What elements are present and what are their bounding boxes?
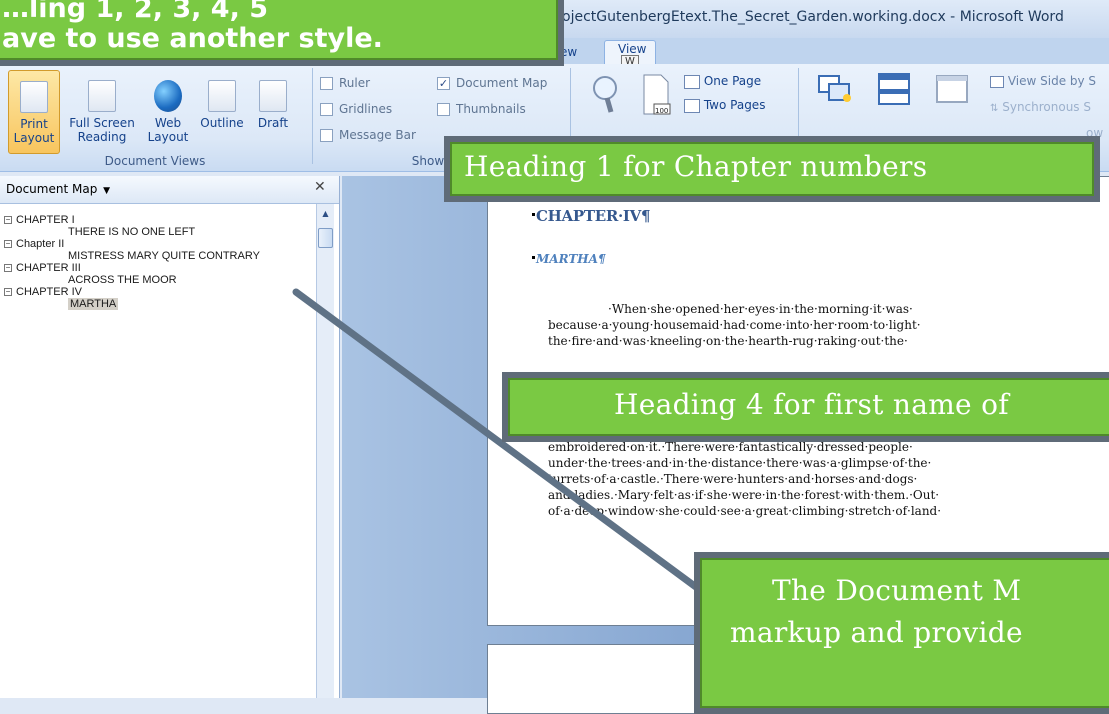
magnifier-icon [593, 76, 617, 113]
full-screen-reading-icon [88, 80, 116, 112]
heading-1-text[interactable]: CHAPTER·IV¶ [536, 207, 651, 225]
callout-top-line1: …ling 1, 2, 3, 4, 5 [2, 0, 269, 24]
text-line: under·the·trees·and·in·the·distance·ther… [548, 456, 932, 470]
text-line: because·a·young·housemaid·had·come·into·… [548, 318, 921, 332]
two-pages-icon [684, 98, 700, 113]
heading-4-text[interactable]: MARTHA¶ [536, 252, 606, 266]
collapse-icon[interactable]: − [4, 216, 12, 224]
collapse-icon[interactable]: − [4, 264, 12, 272]
sync-scroll-icon: ⇅ [990, 103, 999, 114]
body-paragraph-1[interactable]: ·When·she·opened·her·eyes·in·the·morning… [548, 301, 1068, 349]
map-item-martha[interactable]: MARTHA [0, 298, 318, 310]
checkbox-box [320, 128, 333, 142]
close-icon[interactable]: ✕ [314, 179, 326, 195]
text-line: turrets·of·a·castle.·There·were·hunters·… [548, 472, 918, 486]
one-page-button[interactable]: One Page [684, 74, 774, 92]
split-icon [936, 75, 968, 103]
body-paragraph-2[interactable]: embroidered·on·it.·There·were·fantastica… [548, 439, 1068, 519]
text-line: embroidered·on·it.·There·were·fantastica… [548, 440, 913, 454]
one-page-icon [684, 74, 700, 89]
document-map-checkbox[interactable]: ✓ Document Map [437, 76, 547, 90]
callout-heading-1: Heading 1 for Chapter numbers [450, 142, 1094, 196]
text-line: ·When·she·opened·her·eyes·in·the·morning… [608, 302, 913, 316]
scroll-up-icon[interactable]: ▲ [318, 206, 333, 222]
paragraph-mark-bullet [532, 213, 535, 216]
group-label-document-views: Document Views [104, 154, 206, 168]
document-map-scrollbar[interactable]: ▲ [316, 204, 334, 698]
document-map-header[interactable]: Document Map ▼ ✕ [0, 176, 339, 204]
split-button[interactable] [932, 72, 972, 116]
new-window-button[interactable] [812, 72, 858, 116]
zoom-100-label: 100 [655, 107, 669, 115]
map-item-chapter-3[interactable]: − CHAPTER III [0, 262, 318, 274]
paragraph-mark-bullet [532, 256, 535, 259]
callout-heading-4: Heading 4 for first name of [508, 378, 1109, 436]
two-pages-button[interactable]: Two Pages [684, 98, 774, 116]
outline-icon [208, 80, 236, 112]
collapse-icon[interactable]: − [4, 240, 12, 248]
map-item-heading[interactable]: THERE IS NO ONE LEFT [0, 226, 318, 238]
callout-top: …ling 1, 2, 3, 4, 5 ave to use another s… [0, 0, 558, 60]
callout-document-map-line2: markup and provide [730, 616, 1023, 649]
callout-top-line2: ave to use another style. [2, 23, 383, 54]
map-item-chapter-1[interactable]: − CHAPTER I [0, 214, 318, 226]
collapse-icon[interactable]: − [4, 288, 12, 296]
document-map-pane: Document Map ▼ ✕ − CHAPTER I THERE IS NO … [0, 176, 340, 698]
callout-document-map-line1: The Document M [772, 574, 1022, 607]
web-layout-button[interactable]: Web Layout [144, 70, 192, 154]
full-screen-reading-button[interactable]: Full Screen Reading [64, 70, 140, 154]
text-line: of·a·deep·window·she·could·see·a·great·c… [548, 504, 942, 518]
document-map-title: Document Map [6, 182, 98, 196]
chevron-down-icon[interactable]: ▼ [103, 186, 110, 196]
map-item-chapter-4[interactable]: − CHAPTER IV [0, 286, 318, 298]
100-percent-button[interactable]: 100 [636, 74, 676, 118]
side-by-side-icon [990, 75, 1004, 88]
text-line: the·fire·and·was·kneeling·on·the·hearth-… [548, 334, 908, 348]
synchronous-scrolling-button[interactable]: ⇅ Synchronous S [990, 100, 1109, 118]
checkbox-box [437, 102, 450, 116]
message-bar-checkbox[interactable]: Message Bar [320, 128, 416, 142]
map-item-chapter-2[interactable]: − Chapter II [0, 238, 318, 250]
window-title: ojectGutenbergEtext.The_Secret_Garden.wo… [562, 9, 1064, 25]
callout-heading-1-text: Heading 1 for Chapter numbers [464, 150, 928, 183]
checkbox-box [320, 102, 333, 116]
callout-document-map: The Document M markup and provide [700, 558, 1109, 708]
print-layout-icon [20, 81, 48, 113]
document-map-tree: − CHAPTER I THERE IS NO ONE LEFT − Chapter… [0, 214, 318, 310]
text-line: and·ladies.·Mary·felt·as·if·she·were·in·… [548, 488, 940, 502]
map-item-heading[interactable]: ACROSS THE MOOR [0, 274, 318, 286]
arrange-all-icon [878, 73, 910, 105]
callout-heading-4-text: Heading 4 for first name of [614, 388, 1009, 421]
new-window-icon [818, 75, 851, 102]
checkmark-icon: ✓ [437, 76, 450, 90]
draft-icon [259, 80, 287, 112]
print-layout-button[interactable]: Print Layout [8, 70, 60, 154]
ruler-checkbox[interactable]: Ruler [320, 76, 370, 90]
group-separator [312, 68, 313, 164]
tab-view[interactable]: View W [604, 40, 656, 69]
globe-icon [154, 80, 182, 112]
outline-button[interactable]: Outline [196, 70, 248, 154]
gridlines-checkbox[interactable]: Gridlines [320, 102, 392, 116]
checkbox-box [320, 76, 333, 90]
draft-button[interactable]: Draft [250, 70, 296, 154]
tab-view-label: View [618, 42, 647, 56]
scroll-thumb[interactable] [318, 228, 333, 248]
arrange-all-button[interactable] [874, 72, 914, 116]
thumbnails-checkbox[interactable]: Thumbnails [437, 102, 526, 116]
map-item-heading[interactable]: MISTRESS MARY QUITE CONTRARY [0, 250, 318, 262]
zoom-button[interactable] [584, 74, 630, 118]
view-side-by-side-button[interactable]: View Side by S [990, 74, 1109, 92]
